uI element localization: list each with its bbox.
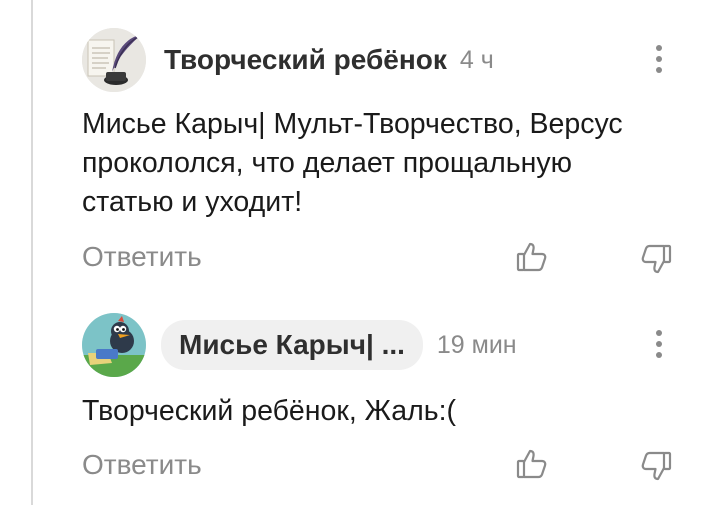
thumbs-up-icon[interactable]: [515, 447, 549, 481]
comment: Творческий ребёнок 4 ч Мисье Карыч| Муль…: [82, 27, 692, 287]
avatar[interactable]: [82, 313, 146, 377]
quill-inkwell-icon: [82, 28, 146, 92]
comment-text: Творческий ребёнок, Жаль:(: [82, 395, 457, 427]
thumbs-down-icon[interactable]: [639, 449, 673, 483]
cartoon-crow-icon: [82, 313, 146, 377]
thumbs-up-icon[interactable]: [515, 240, 549, 274]
comment-header: Мисье Карыч| ... 19 мин: [82, 312, 692, 378]
author-name[interactable]: Творческий ребёнок: [164, 44, 447, 76]
kebab-menu-icon[interactable]: [654, 330, 664, 360]
thumbs-down-icon[interactable]: [639, 242, 673, 276]
author-name[interactable]: Мисье Карыч| ...: [161, 320, 423, 370]
comment-text: Мисье Карыч| Мульт-Творчество, Версус пр…: [82, 108, 623, 218]
timestamp: 19 мин: [436, 330, 517, 359]
avatar[interactable]: [82, 28, 146, 92]
reply-button[interactable]: Ответить: [82, 241, 202, 273]
kebab-menu-icon[interactable]: [654, 45, 664, 75]
timestamp: 4 ч: [459, 45, 494, 74]
thread-line: [31, 0, 33, 505]
reply-button[interactable]: Ответить: [82, 449, 202, 481]
comment: Мисье Карыч| ... 19 мин Творческий ребён…: [82, 312, 692, 512]
comment-header: Творческий ребёнок 4 ч: [82, 27, 692, 93]
